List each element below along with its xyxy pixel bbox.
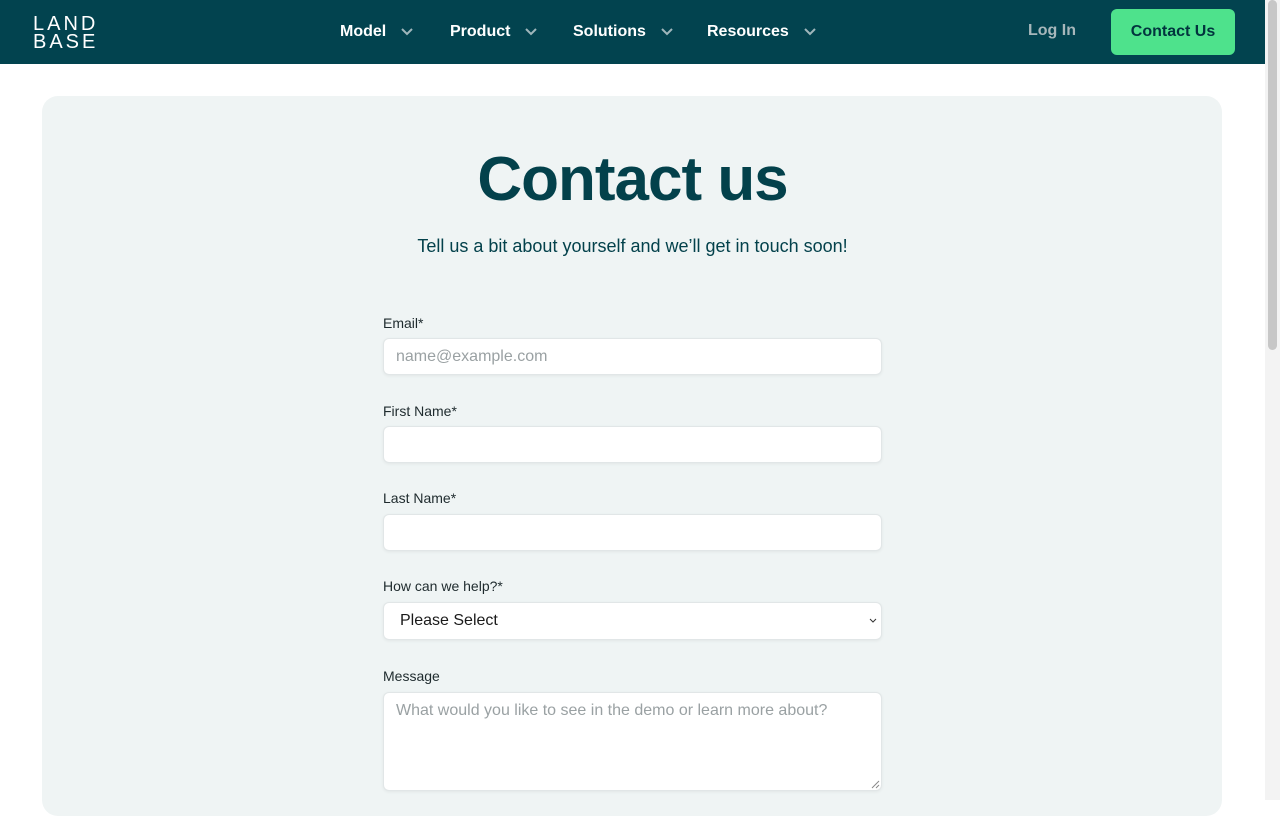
nav-item-label: Model (340, 23, 387, 40)
nav-item-resources[interactable]: Resources (707, 21, 817, 43)
chevron-down-icon (804, 28, 816, 36)
resize-grip-icon[interactable] (871, 780, 880, 789)
contact-us-button[interactable]: Contact Us (1111, 9, 1235, 55)
chevron-down-icon (525, 28, 538, 36)
first-name-field[interactable] (383, 426, 882, 463)
login-link[interactable]: Log In (1028, 22, 1076, 40)
logo-text-bottom: BASE (33, 31, 99, 53)
nav-item-label: Resources (707, 23, 789, 40)
chevron-down-icon (661, 28, 673, 36)
chevron-down-icon (401, 28, 413, 36)
help-select[interactable]: Please Select (383, 602, 882, 640)
first-name-label: First Name* (383, 403, 457, 419)
email-label: Email* (383, 315, 424, 331)
message-label: Message (383, 668, 440, 684)
nav-item-product[interactable]: Product (450, 21, 538, 43)
page-subtitle: Tell us a bit about yourself and we’ll g… (417, 236, 848, 256)
last-name-label: Last Name* (383, 490, 457, 506)
help-label: How can we help?* (383, 578, 503, 594)
chevron-down-icon (869, 618, 877, 623)
nav-item-solutions[interactable]: Solutions (573, 21, 674, 43)
page-title: Contact us (477, 145, 788, 214)
page-scrollbar-thumb[interactable] (1268, 0, 1277, 350)
top-navigation: LAND BASE Model Product Solutions Resour… (0, 0, 1265, 64)
nav-item-model[interactable]: Model (340, 21, 414, 43)
nav-item-label: Solutions (573, 23, 646, 40)
help-select-value: Please Select (400, 612, 498, 629)
last-name-field[interactable] (383, 514, 882, 551)
landbase-logo[interactable]: LAND BASE (33, 14, 103, 53)
message-placeholder: What would you like to see in the demo o… (396, 702, 828, 719)
email-field[interactable]: name@example.com (383, 338, 882, 375)
message-textarea[interactable]: What would you like to see in the demo o… (383, 692, 882, 791)
nav-item-label: Product (450, 23, 511, 40)
